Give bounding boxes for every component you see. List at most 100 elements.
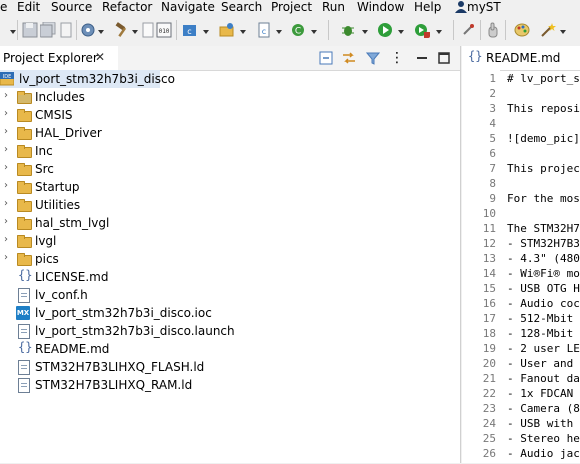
menu-file[interactable]: e <box>0 0 7 14</box>
tree-item-readme[interactable]: {} README.md <box>0 340 200 358</box>
chevron-right-icon[interactable]: › <box>4 234 12 245</box>
bug-icon[interactable] <box>340 22 356 38</box>
line-number: 7 <box>489 162 496 175</box>
tree-item-startup[interactable]: › Startup <box>0 178 200 196</box>
tree-item-lv-conf[interactable]: lv_conf.h <box>0 286 200 304</box>
user-account[interactable]: myST <box>455 0 501 14</box>
tree-item-ioc[interactable]: MX lv_port_stm32h7b3i_disco.ioc <box>0 304 220 322</box>
user-name: myST <box>467 0 501 14</box>
chevron-down-icon[interactable] <box>203 30 209 34</box>
close-icon[interactable]: ✕ <box>95 50 105 64</box>
project-explorer-tabbar: Project Explorer ✕ ⋮ <box>0 46 460 71</box>
tree-item-launch[interactable]: lv_port_stm32h7b3i_disco.launch <box>0 322 240 340</box>
link-with-editor-icon[interactable] <box>342 51 356 65</box>
menu-run[interactable]: Run <box>322 0 345 14</box>
chevron-right-icon[interactable]: › <box>4 144 12 155</box>
editor-line[interactable]: ![demo_pic] <box>507 131 580 149</box>
collapse-all-icon[interactable] <box>319 51 333 65</box>
chevron-down-icon[interactable] <box>398 30 404 34</box>
editor-line[interactable]: For the mos <box>507 191 580 209</box>
editor-line[interactable]: - Audio jac <box>507 446 580 464</box>
chevron-right-icon[interactable]: › <box>4 90 12 101</box>
tree-item-project[interactable]: IDE lv_port_stm32h7b3i_disco <box>0 70 175 88</box>
tree-item-hal-stm-lvgl[interactable]: › hal_stm_lvgl <box>0 214 200 232</box>
folder-icon <box>17 253 32 266</box>
menu-source[interactable]: Source <box>51 0 92 14</box>
line-number: 9 <box>489 192 496 205</box>
line-number: 5 <box>489 132 496 145</box>
chevron-down-icon[interactable] <box>276 30 282 34</box>
chevron-right-icon[interactable]: › <box>4 252 12 263</box>
tree-item-label: CMSIS <box>35 108 73 122</box>
menu-edit[interactable]: Edit <box>17 0 40 14</box>
tree-item-includes[interactable]: › Includes <box>0 88 200 106</box>
chevron-right-icon[interactable]: › <box>4 180 12 191</box>
filter-icon[interactable] <box>366 51 380 65</box>
menu-search[interactable]: Search <box>221 0 262 14</box>
tree-item-label: LICENSE.md <box>35 270 109 284</box>
menu-project[interactable]: Project <box>271 0 312 14</box>
new-source-file-icon[interactable]: c <box>256 22 272 38</box>
document-icon[interactable] <box>58 22 74 38</box>
menu-navigate[interactable]: Navigate <box>161 0 215 14</box>
chevron-down-icon[interactable] <box>560 30 566 34</box>
view-menu-icon[interactable]: ⋮ <box>390 51 404 65</box>
chevron-right-icon[interactable]: › <box>4 162 12 173</box>
menu-window[interactable]: Window <box>357 0 404 14</box>
settings-icon[interactable] <box>80 22 96 38</box>
menu-help[interactable]: Help <box>414 0 441 14</box>
chevron-down-icon[interactable] <box>240 30 246 34</box>
chevron-right-icon[interactable]: › <box>4 126 12 137</box>
tree-item-inc[interactable]: › Inc <box>0 142 200 160</box>
chevron-down-icon[interactable] <box>436 30 442 34</box>
chevron-right-icon[interactable]: › <box>4 198 12 209</box>
hammer-icon[interactable] <box>114 22 130 38</box>
save-icon[interactable] <box>22 22 38 38</box>
tree-item-license[interactable]: {} LICENSE.md <box>0 268 200 286</box>
tree-item-ram-ld[interactable]: STM32H7B3LIHXQ_RAM.ld <box>0 376 200 394</box>
editor-tabbar: {} README.md <box>462 46 580 71</box>
chevron-down-icon[interactable] <box>132 30 138 34</box>
binary-icon[interactable]: 010 <box>156 22 172 38</box>
new-class-icon[interactable]: C <box>290 22 306 38</box>
chevron-down-icon[interactable] <box>311 30 317 34</box>
play-icon[interactable] <box>377 22 393 38</box>
chevron-down-icon[interactable] <box>98 30 104 34</box>
editor-line[interactable]: This projec <box>507 161 580 179</box>
tree-item-src[interactable]: › Src <box>0 160 200 178</box>
tab-project-explorer[interactable]: Project Explorer ✕ <box>0 46 118 70</box>
minimize-icon[interactable] <box>415 51 429 65</box>
save-all-icon[interactable] <box>40 22 56 38</box>
line-number: 4 <box>489 117 496 130</box>
folder-icon <box>17 109 32 122</box>
external-tools-icon[interactable] <box>414 22 430 38</box>
chevron-down-icon[interactable] <box>10 30 16 34</box>
tree-item-cmsis[interactable]: › CMSIS <box>0 106 200 124</box>
document-icon[interactable] <box>140 22 156 38</box>
tab-readme[interactable]: {} README.md <box>462 46 580 70</box>
chevron-right-icon[interactable]: › <box>4 108 12 119</box>
menu-refactor[interactable]: Refactor <box>102 0 152 14</box>
palette-icon[interactable] <box>514 22 530 38</box>
maximize-icon[interactable] <box>437 51 451 65</box>
new-project-icon[interactable]: c <box>182 22 198 38</box>
project-icon: IDE <box>0 72 14 86</box>
chevron-right-icon[interactable]: › <box>4 216 12 227</box>
wizard-icon[interactable] <box>540 22 556 38</box>
new-folder-icon[interactable] <box>219 22 235 38</box>
toolbar-separator <box>480 20 481 40</box>
toolbar-separator <box>76 20 77 40</box>
tree-item-utilities[interactable]: › Utilities <box>0 196 200 214</box>
editor-line[interactable]: This reposi <box>507 101 580 119</box>
markdown-file-icon: {} <box>468 49 483 63</box>
folder-icon <box>17 127 32 140</box>
chevron-down-icon[interactable] <box>362 30 368 34</box>
pin-icon[interactable] <box>460 22 476 38</box>
tree-item-flash-ld[interactable]: STM32H7B3LIHXQ_FLASH.ld <box>0 358 204 376</box>
tree-item-lvgl[interactable]: › lvgl <box>0 232 200 250</box>
hand-icon[interactable] <box>485 22 501 38</box>
tree-item-hal-driver[interactable]: › HAL_Driver <box>0 124 200 142</box>
tree-item-pics[interactable]: › pics <box>0 250 200 268</box>
line-number: 6 <box>489 147 496 160</box>
editor-line[interactable]: # lv_port_s <box>507 71 580 89</box>
